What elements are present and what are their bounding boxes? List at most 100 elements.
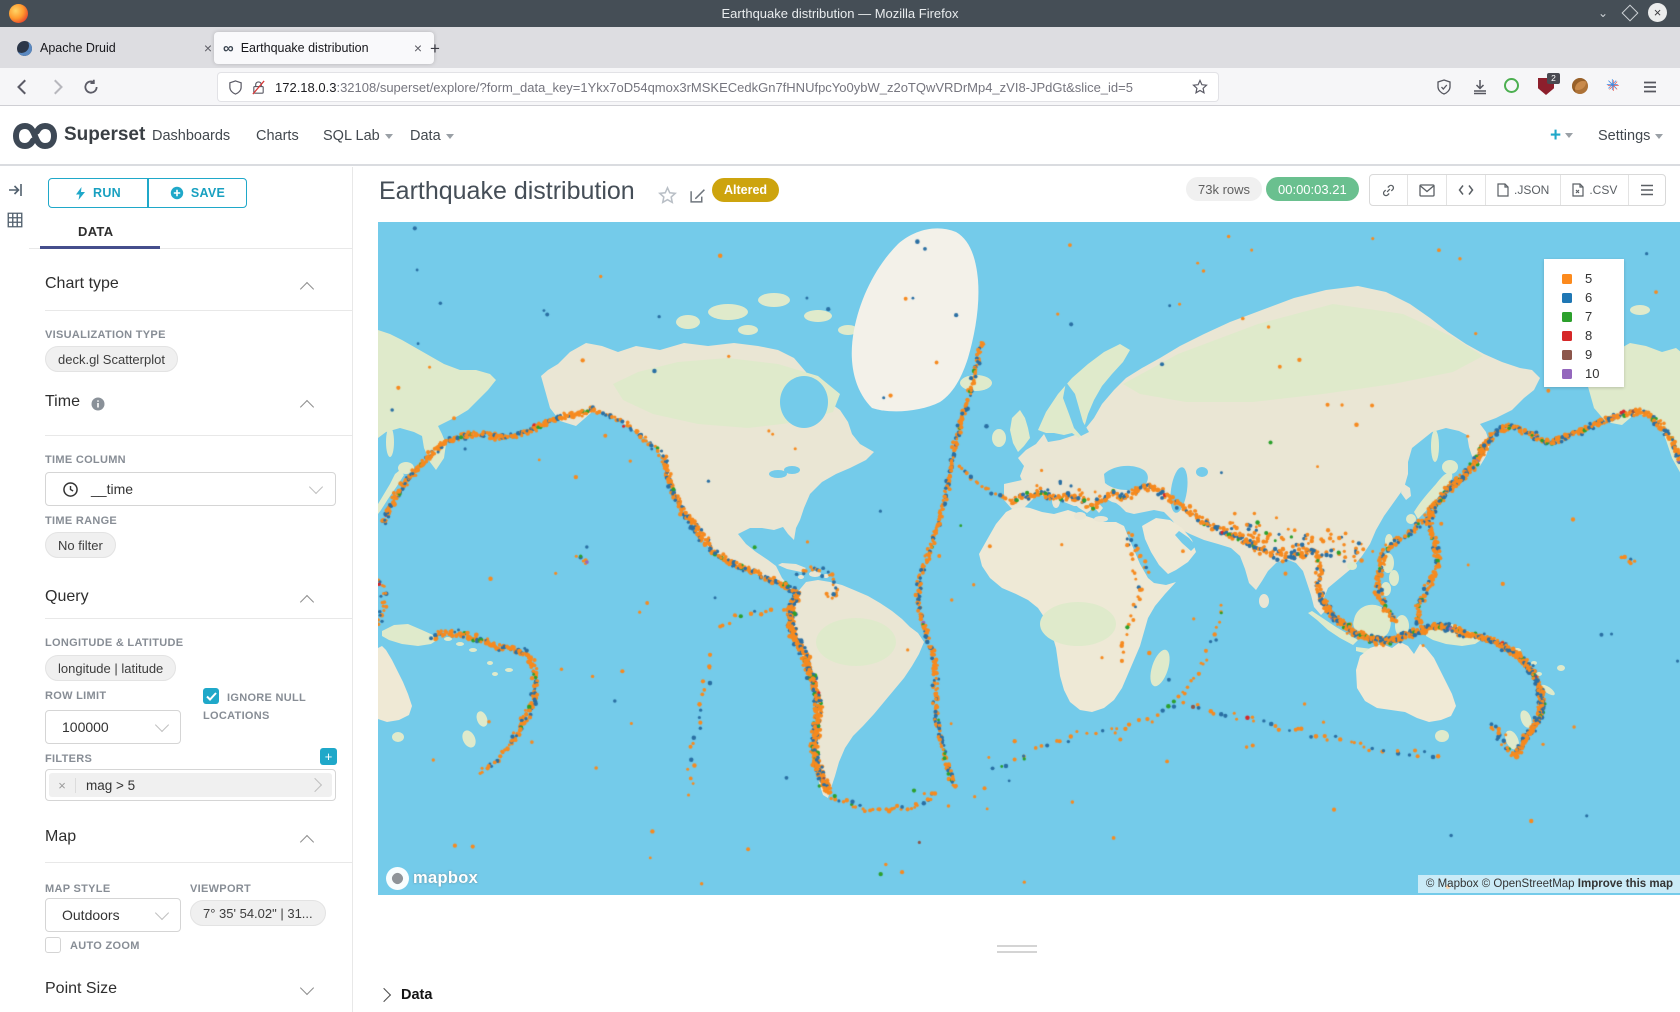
more-options-button[interactable]	[1629, 175, 1665, 205]
query-duration-badge: 00:00:03.21	[1266, 177, 1359, 201]
lonlat-value[interactable]: longitude | latitude	[45, 655, 176, 681]
section-query[interactable]: Query	[45, 588, 89, 606]
panel-resize-handle[interactable]	[997, 945, 1037, 953]
mapbox-circle-icon	[386, 867, 409, 890]
downloads-icon[interactable]	[1472, 79, 1488, 95]
legend-item[interactable]: 10	[1562, 364, 1624, 383]
bookmark-star-icon[interactable]	[1192, 79, 1208, 95]
row-limit-select[interactable]: 100000	[45, 710, 181, 744]
map-style-value: Outdoors	[62, 907, 120, 923]
snowflake-extension-icon[interactable]: ✳	[1606, 76, 1619, 94]
protection-shield-icon[interactable]	[1436, 79, 1452, 95]
auto-zoom-label: AUTO ZOOM	[70, 940, 140, 952]
remove-filter-icon[interactable]: ×	[49, 778, 76, 793]
data-section-toggle[interactable]: Data	[379, 987, 432, 1003]
nav-charts[interactable]: Charts	[256, 128, 299, 144]
time-column-select[interactable]: __time	[45, 472, 336, 506]
mapbox-attribution-link[interactable]: © Mapbox	[1426, 878, 1479, 890]
tab-close-icon[interactable]: ×	[201, 40, 215, 56]
legend-item[interactable]: 9	[1562, 345, 1624, 364]
viz-type-value[interactable]: deck.gl Scatterplot	[45, 346, 178, 372]
forward-icon[interactable]	[48, 78, 66, 96]
chevron-down-icon	[1655, 134, 1663, 139]
legend-item[interactable]: 8	[1562, 326, 1624, 345]
permissions-shield-icon[interactable]	[228, 80, 243, 95]
legend-label: 6	[1585, 290, 1592, 305]
row-limit-value: 100000	[62, 719, 109, 735]
export-json-button[interactable]: .JSON	[1486, 175, 1561, 205]
deckgl-map[interactable]: 5678910 mapbox © Mapbox © OpenStreetMap …	[378, 222, 1680, 895]
legend-item[interactable]: 7	[1562, 307, 1624, 326]
new-tab-button[interactable]: +	[430, 39, 440, 59]
chevron-up-icon[interactable]	[300, 400, 314, 414]
edit-pencil-icon[interactable]	[689, 187, 706, 204]
auto-zoom-checkbox[interactable]	[45, 937, 61, 953]
time-column-value: __time	[91, 481, 133, 497]
section-point-size[interactable]: Point Size	[45, 980, 117, 998]
chart-title[interactable]: Earthquake distribution	[379, 177, 635, 206]
browser-tabbar: Apache Druid × ∞ Earthquake distribution…	[0, 27, 1680, 68]
legend-label: 8	[1585, 328, 1592, 343]
url-bar[interactable]: 172.18.0.3:32108/superset/explore/?form_…	[218, 73, 1218, 101]
copy-link-button[interactable]	[1370, 175, 1408, 205]
chevron-right-icon	[377, 988, 391, 1002]
embed-code-button[interactable]	[1447, 175, 1486, 205]
clock-icon	[63, 482, 78, 497]
section-map[interactable]: Map	[45, 828, 76, 846]
chevron-up-icon[interactable]	[300, 282, 314, 296]
time-range-value[interactable]: No filter	[45, 532, 116, 558]
chevron-down-icon[interactable]	[300, 981, 314, 995]
viewport-label: VIEWPORT	[190, 883, 251, 895]
datasource-grid-icon[interactable]	[6, 211, 24, 229]
tab-apache-druid[interactable]: Apache Druid ×	[8, 32, 224, 64]
add-new-button[interactable]: +	[1550, 125, 1573, 147]
map-style-select[interactable]: Outdoors	[45, 898, 181, 932]
time-range-label: TIME RANGE	[45, 515, 117, 527]
save-button[interactable]: SAVE	[148, 178, 247, 208]
map-legend[interactable]: 5 6 7 8 910	[1544, 259, 1624, 387]
favorite-star-icon[interactable]	[658, 186, 677, 205]
viz-type-label: VISUALIZATION TYPE	[45, 329, 166, 341]
add-filter-button[interactable]: +	[320, 748, 337, 765]
expand-panel-icon[interactable]	[7, 182, 23, 198]
extension-circle-icon[interactable]	[1504, 78, 1519, 93]
insecure-lock-icon[interactable]	[251, 80, 266, 95]
window-close-icon[interactable]: ×	[1648, 3, 1667, 22]
viewport-value[interactable]: 7° 35' 54.02" | 31...	[190, 900, 326, 926]
nav-settings[interactable]: Settings	[1598, 128, 1663, 144]
nav-data[interactable]: Data	[410, 128, 454, 144]
chevron-up-icon[interactable]	[300, 595, 314, 609]
back-icon[interactable]	[14, 78, 32, 96]
mapbox-wordmark: mapbox	[413, 869, 478, 888]
osm-attribution-link[interactable]: © OpenStreetMap	[1482, 878, 1575, 890]
section-time[interactable]: Time	[45, 393, 80, 411]
filter-chip[interactable]: × mag > 5	[49, 773, 332, 797]
earthquake-dots	[378, 222, 1680, 895]
hamburger-menu-icon[interactable]	[1642, 79, 1658, 95]
tab-title: Earthquake distribution	[241, 41, 369, 55]
menu-icon	[1640, 184, 1654, 196]
mapbox-logo[interactable]: mapbox	[386, 867, 478, 890]
chevron-down-icon	[309, 480, 323, 494]
legend-item[interactable]: 5	[1562, 269, 1624, 288]
reload-icon[interactable]	[82, 78, 100, 96]
tab-close-icon[interactable]: ×	[411, 40, 425, 56]
legend-item[interactable]: 6	[1562, 288, 1624, 307]
altered-badge[interactable]: Altered	[712, 178, 779, 202]
section-chart-type[interactable]: Chart type	[45, 275, 119, 293]
email-button[interactable]	[1408, 175, 1447, 205]
brand-name[interactable]: Superset	[64, 124, 145, 146]
nav-dashboards[interactable]: Dashboards	[152, 128, 230, 144]
nav-sql-lab[interactable]: SQL Lab	[323, 128, 393, 144]
chevron-up-icon[interactable]	[300, 835, 314, 849]
cookie-extension-icon[interactable]	[1572, 78, 1588, 94]
chevron-right-icon[interactable]	[308, 778, 322, 792]
export-csv-button[interactable]: .CSV	[1561, 175, 1629, 205]
improve-map-link[interactable]: Improve this map	[1578, 878, 1673, 890]
window-minimize-icon[interactable]: ⌄	[1598, 6, 1608, 20]
run-button[interactable]: RUN	[48, 178, 148, 208]
legend-swatch	[1562, 369, 1572, 379]
legend-swatch	[1562, 274, 1572, 284]
tab-earthquake-distribution[interactable]: ∞ Earthquake distribution ×	[214, 32, 434, 64]
tab-data[interactable]: DATA	[78, 224, 113, 239]
